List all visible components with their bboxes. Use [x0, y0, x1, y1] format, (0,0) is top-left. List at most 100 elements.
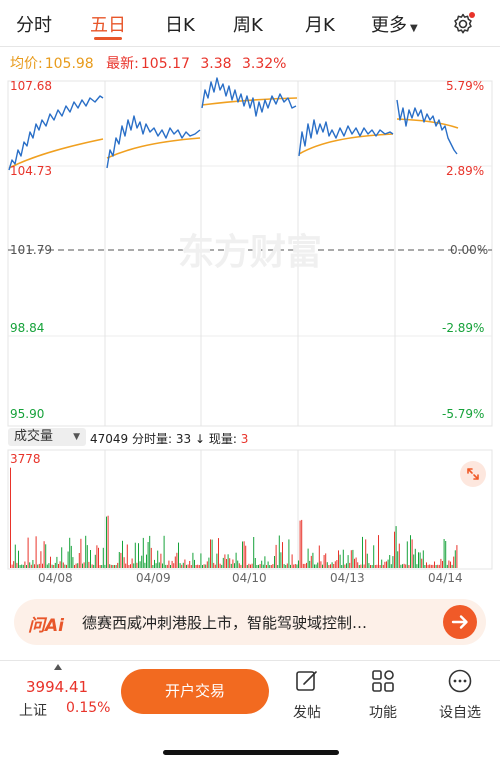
volume-bars [10, 467, 458, 568]
volume-bar [405, 564, 407, 568]
volume-bar [408, 565, 410, 568]
volume-bar [152, 565, 154, 568]
volume-bar [254, 558, 256, 568]
volume-bar [418, 552, 419, 568]
volume-bar [274, 556, 275, 568]
volume-total: 47049 [90, 432, 129, 446]
volume-bar [21, 564, 23, 568]
expand-button[interactable] [460, 461, 486, 487]
volume-bar [358, 565, 360, 568]
volume-bar [75, 563, 77, 568]
volume-bar [162, 563, 163, 568]
volume-bar [406, 541, 408, 568]
volume-bar [94, 554, 96, 568]
tab-more[interactable]: 更多 ▼ [371, 11, 418, 37]
volume-bar [235, 552, 237, 568]
volume-bar [125, 563, 127, 568]
volume-bar [315, 564, 317, 568]
tab-daily-k[interactable]: 日K [165, 11, 195, 37]
edit-icon [296, 671, 317, 691]
volume-bar [130, 564, 131, 568]
volume-bar [85, 535, 87, 568]
volume-bar [166, 564, 168, 568]
volume-bar [275, 544, 277, 568]
volume-bar [128, 565, 130, 568]
volume-bar [301, 519, 303, 568]
volume-bar [246, 565, 248, 568]
volume-bar [26, 565, 27, 568]
volume-bar [230, 563, 232, 568]
volume-bar [222, 557, 224, 568]
open-account-trade-button[interactable]: 开户交易 [121, 669, 269, 714]
volume-bar [69, 537, 71, 568]
volume-bar [40, 551, 42, 568]
volume-bar [139, 561, 141, 568]
volume-bar [259, 564, 261, 568]
volume-bar [178, 542, 179, 568]
date-label: 04/10 [232, 571, 267, 585]
nav-post[interactable]: 发帖 [277, 668, 337, 722]
volume-bar [99, 565, 101, 568]
volume-bar [328, 565, 330, 568]
volume-bar [221, 564, 223, 568]
volume-bar [318, 545, 320, 568]
volume-bar [22, 564, 24, 568]
volume-bar [37, 564, 39, 568]
volume-bar [445, 541, 447, 568]
volume-bar [74, 565, 75, 568]
volume-bar [326, 562, 328, 568]
nav-functions[interactable]: 功能 [353, 668, 413, 722]
volume-bar [142, 537, 144, 568]
volume-bar [219, 563, 221, 568]
volume-bar [354, 558, 355, 568]
volume-bar [378, 535, 379, 568]
volume-bar [82, 563, 83, 568]
volume-bar [370, 565, 371, 568]
volume-bar [430, 564, 432, 568]
volume-bar [98, 547, 99, 568]
volume-bar [304, 563, 306, 568]
index-value[interactable]: 3994.41 [26, 678, 88, 696]
volume-bar [168, 560, 170, 568]
volume-bar [261, 560, 263, 568]
ai-go-button[interactable] [443, 605, 477, 639]
volume-bar [306, 562, 307, 568]
volume-bar [32, 560, 34, 568]
tab-five-day[interactable]: 五日 [90, 11, 126, 37]
volume-bar [309, 560, 311, 568]
volume-bar [88, 561, 90, 568]
volume-bar [397, 551, 399, 568]
volume-bar [365, 539, 367, 568]
volume-bar [453, 556, 455, 568]
volume-bar [245, 545, 247, 568]
volume-bar [93, 564, 95, 568]
volume-bar [64, 564, 66, 568]
tab-monthly-k[interactable]: 月K [305, 11, 335, 37]
volume-max-label: 3778 [10, 452, 41, 466]
date-label: 04/09 [136, 571, 171, 585]
tab-intraday[interactable]: 分时 [16, 11, 52, 37]
volume-bar [392, 556, 394, 568]
volume-info: 47049 分时量: 33 ↓ 现量: 3 [90, 430, 248, 447]
volume-bar [96, 545, 98, 568]
volume-bar [46, 564, 48, 568]
volume-bar [62, 562, 64, 568]
volume-indicator-select[interactable]: 成交量 ▼ [8, 428, 86, 446]
axis-right-label: 2.89% [446, 164, 485, 178]
nav-add-watchlist[interactable]: 设自选 [430, 668, 490, 722]
volume-bar [107, 515, 109, 568]
expand-up-icon[interactable] [54, 664, 62, 670]
volume-bar [114, 565, 115, 568]
volume-bar [314, 564, 315, 568]
tab-weekly-k[interactable]: 周K [233, 11, 263, 37]
nav-functions-label: 功能 [369, 705, 397, 721]
volume-bar [331, 562, 333, 568]
volume-bar [322, 564, 323, 568]
volume-bar [267, 561, 269, 568]
axis-left-label: 104.73 [10, 164, 52, 178]
volume-bar [27, 537, 29, 568]
volume-bar [226, 559, 227, 568]
price-change: 3.38 [200, 56, 232, 72]
date-label: 04/13 [330, 571, 365, 585]
volume-bar [208, 557, 210, 568]
